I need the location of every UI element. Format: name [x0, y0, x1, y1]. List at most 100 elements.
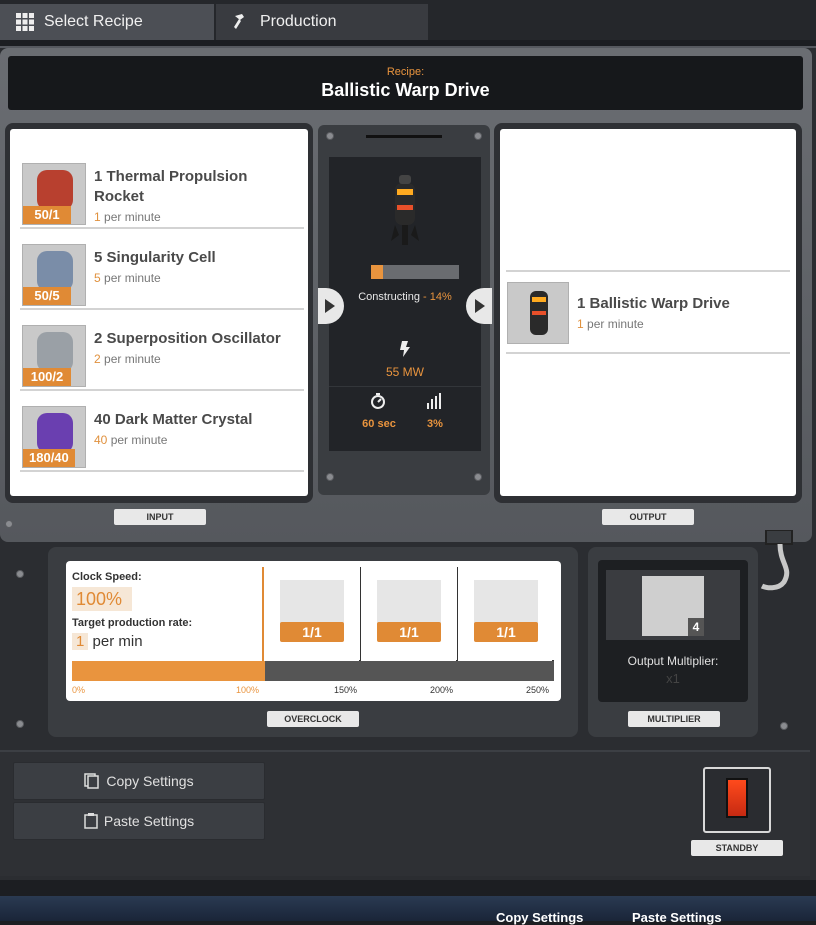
- cycle-time: 60 sec: [362, 418, 396, 430]
- screw: [16, 720, 24, 728]
- item-title: 40 Dark Matter Crystal 40 per minute: [94, 410, 294, 450]
- clock-speed-label: Clock Speed:: [72, 571, 142, 583]
- item-qty: 40: [94, 411, 111, 428]
- rate-unit: per minute: [100, 352, 161, 366]
- target-rate-value: 1: [72, 633, 89, 650]
- screw: [326, 473, 334, 481]
- item-rate: 1 per minute: [577, 317, 644, 331]
- item-rate: 5 per minute: [94, 271, 161, 285]
- copy-icon: [84, 773, 100, 789]
- screw: [474, 132, 482, 140]
- input-list: 50/1 1 Thermal Propulsion Rocket 1 per m…: [10, 129, 308, 496]
- target-rate-unit: per min: [92, 633, 143, 650]
- scale-label: 0%: [72, 685, 86, 695]
- input-item[interactable]: 50/5 5 Singularity Cell 5 per minute: [20, 230, 304, 310]
- rate-unit: per minute: [100, 271, 161, 285]
- slot-line: [366, 135, 442, 138]
- input-item[interactable]: 50/1 1 Thermal Propulsion Rocket 1 per m…: [20, 149, 304, 229]
- stock-badge: 100/2: [23, 368, 71, 386]
- item-qty: 2: [94, 330, 103, 347]
- screw: [780, 722, 788, 730]
- input-item[interactable]: 100/2 2 Superposition Oscillator 2 per m…: [20, 311, 304, 391]
- rate-unit: per minute: [107, 433, 168, 447]
- paste-settings-button[interactable]: Paste Settings: [13, 802, 265, 840]
- input-tag: INPUT: [114, 509, 206, 525]
- output-list: 1 Ballistic Warp Drive 1 per minute: [500, 129, 796, 496]
- tab-production[interactable]: Production: [216, 4, 428, 40]
- power-icon: [400, 341, 410, 357]
- status-text: Constructing: [358, 291, 420, 303]
- item-rate: 40 per minute: [94, 433, 167, 447]
- item-icon: 50/1: [22, 163, 86, 225]
- power-shard-slot[interactable]: 1/1: [458, 564, 554, 660]
- tab-select-recipe[interactable]: Select Recipe: [0, 4, 214, 40]
- copy-settings-button[interactable]: Copy Settings: [13, 762, 265, 800]
- item-qty: 1: [577, 295, 586, 312]
- rate-value: 1: [94, 210, 101, 224]
- footer-paste-settings[interactable]: Paste Settings: [632, 910, 722, 925]
- warp-drive-icon: [391, 175, 419, 245]
- power-shard-slot[interactable]: 1/1: [361, 564, 457, 660]
- slot-tag: 1/1: [377, 622, 441, 642]
- clock-speed-input[interactable]: 100%: [72, 587, 132, 611]
- screw: [5, 520, 13, 528]
- standby-switch[interactable]: [703, 767, 771, 833]
- target-rate[interactable]: 1 per min: [72, 633, 143, 650]
- footer-copy-settings[interactable]: Copy Settings: [496, 910, 583, 925]
- item-icon: 50/5: [22, 244, 86, 306]
- clock-slider[interactable]: [72, 661, 554, 681]
- target-rate-label: Target production rate:: [72, 617, 193, 629]
- efficiency-icon: [427, 393, 441, 409]
- output-item[interactable]: 1 Ballistic Warp Drive 1 per minute: [506, 270, 790, 354]
- efficiency-value: 3%: [427, 418, 443, 430]
- divider: [329, 386, 481, 387]
- grid-icon: [16, 13, 34, 31]
- rate-unit: per minute: [583, 317, 644, 331]
- multiplier-label: Output Multiplier:: [627, 654, 719, 668]
- screw: [16, 570, 24, 578]
- scale-label: 250%: [526, 685, 550, 695]
- standby-tag: STANDBY: [691, 840, 783, 856]
- stock-badge: 180/40: [23, 449, 75, 467]
- rate-value: 5: [94, 271, 101, 285]
- clock-slider-fill: [72, 661, 265, 681]
- item-qty: 5: [94, 249, 103, 266]
- rate-value: 2: [94, 352, 101, 366]
- superposition-oscillator-icon: [37, 332, 73, 372]
- recipe-header: Recipe: Ballistic Warp Drive: [8, 56, 803, 110]
- paste-settings-label: Paste Settings: [103, 813, 195, 829]
- tab-label: Select Recipe: [44, 13, 143, 30]
- item-rate: 2 per minute: [94, 352, 161, 366]
- recipe-label: Recipe:: [386, 66, 425, 78]
- input-item[interactable]: 180/40 40 Dark Matter Crystal 40 per min…: [20, 392, 304, 472]
- item-name: Superposition Oscillator: [106, 330, 281, 347]
- standby-light-icon: [726, 778, 748, 818]
- item-name: Dark Matter Crystal: [114, 411, 253, 428]
- overclock-tag: OVERCLOCK: [267, 711, 359, 727]
- item-name: Ballistic Warp Drive: [589, 295, 730, 312]
- screw: [474, 473, 482, 481]
- slot-tag: 1/1: [474, 622, 538, 642]
- multiplier-slot[interactable]: 4: [606, 570, 740, 640]
- machine-panel: Constructing - 14% 55 MW 60 sec 3%: [318, 125, 490, 495]
- recipe-name: Ballistic Warp Drive: [321, 80, 490, 100]
- power-value: 55 MW: [385, 365, 424, 379]
- dark-matter-crystal-icon: [37, 413, 73, 453]
- output-tag: OUTPUT: [602, 509, 694, 525]
- timer-icon: [371, 393, 385, 409]
- multiplier-value: x1: [666, 671, 680, 686]
- cable-icon: [760, 530, 793, 591]
- item-name: Singularity Cell: [106, 249, 216, 266]
- power-shard-slot[interactable]: 1/1: [264, 564, 360, 660]
- item-rate: 1 per minute: [94, 210, 161, 224]
- scale-label: 150%: [334, 685, 358, 695]
- machine-screen: Constructing - 14% 55 MW 60 sec 3%: [329, 157, 481, 451]
- stock-badge: 50/1: [23, 206, 71, 224]
- ballistic-warp-drive-icon: [507, 282, 569, 344]
- tab-label: Production: [260, 13, 337, 30]
- singularity-cell-icon: [37, 251, 73, 291]
- multiplier-tag: MULTIPLIER: [628, 711, 720, 727]
- scale-label: 100%: [236, 685, 260, 695]
- slot-tag: 1/1: [280, 622, 344, 642]
- rate-value: 1: [577, 317, 584, 331]
